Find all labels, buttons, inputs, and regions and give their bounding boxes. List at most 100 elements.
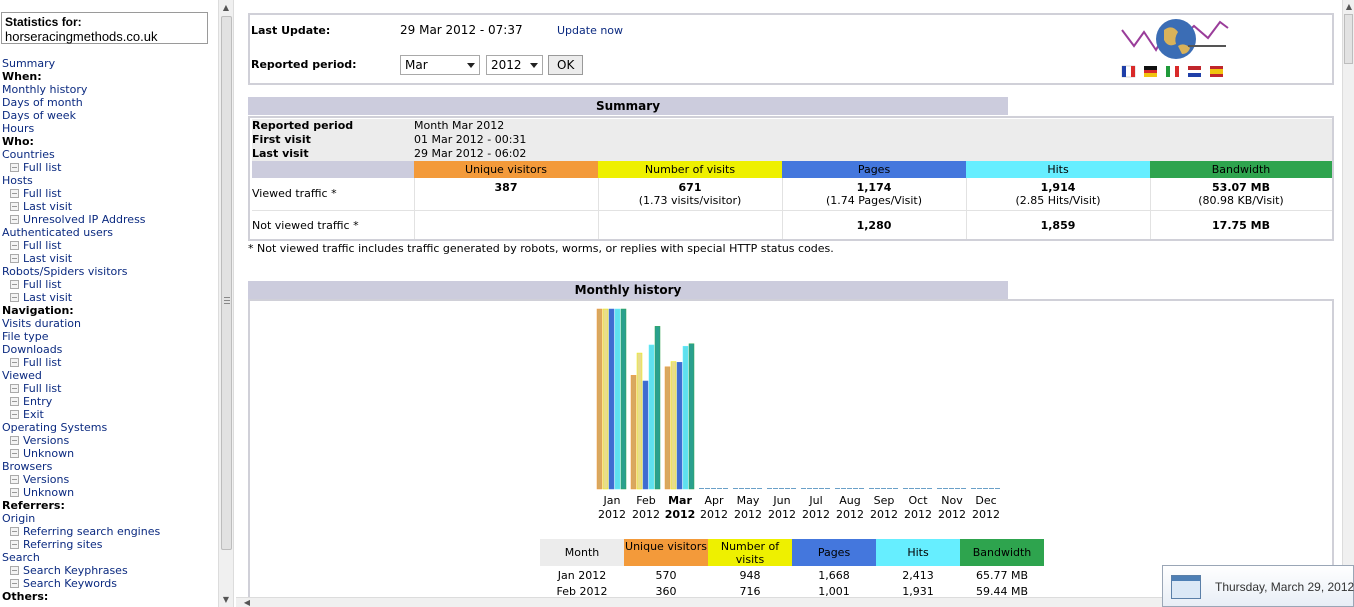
- flag-de-icon[interactable]: [1144, 66, 1157, 77]
- sidebar-item-label[interactable]: Full list: [23, 382, 61, 395]
- sidebar-item-entry[interactable]: Entry: [2, 395, 216, 408]
- awstats-logo: [1121, 19, 1229, 78]
- sidebar-item-full-list[interactable]: Full list: [2, 356, 216, 369]
- sidebar-item-unknown[interactable]: Unknown: [2, 486, 216, 499]
- sidebar-item-search-keywords[interactable]: Search Keywords: [2, 577, 216, 590]
- flag-es-icon[interactable]: [1210, 66, 1223, 77]
- sidebar-section-when: When:: [2, 70, 216, 83]
- sidebar-item-origin[interactable]: Origin: [2, 512, 216, 525]
- sidebar-item-label[interactable]: Full list: [23, 239, 61, 252]
- flag-nl-icon[interactable]: [1188, 66, 1201, 77]
- sidebar-item-hours[interactable]: Hours: [2, 122, 216, 135]
- scrollbar-thumb[interactable]: [1344, 14, 1353, 64]
- sidebar-item-label[interactable]: Search Keyphrases: [23, 564, 128, 577]
- sidebar-item-unknown[interactable]: Unknown: [2, 447, 216, 460]
- sidebar-item-last-visit[interactable]: Last visit: [2, 291, 216, 304]
- scrollbar-thumb[interactable]: [221, 16, 232, 550]
- sidebar-item-label[interactable]: Versions: [23, 473, 69, 486]
- sidebar-item-robots-spiders-visitors[interactable]: Robots/Spiders visitors: [2, 265, 216, 278]
- sidebar-item-label[interactable]: Hosts: [2, 174, 33, 187]
- scroll-up-icon[interactable]: ▲: [219, 3, 233, 12]
- th-unique-visitors: Unique visitors: [624, 539, 708, 566]
- sidebar-item-label[interactable]: Referring sites: [23, 538, 103, 551]
- sidebar-item-label[interactable]: Downloads: [2, 343, 62, 356]
- sidebar-item-hosts[interactable]: Hosts: [2, 174, 216, 187]
- chevron-down-icon: [530, 63, 538, 68]
- sidebar-item-referring-search-engines[interactable]: Referring search engines: [2, 525, 216, 538]
- sidebar-item-label[interactable]: Authenticated users: [2, 226, 113, 239]
- update-now-link[interactable]: Update now: [557, 24, 623, 37]
- sidebar-item-authenticated-users[interactable]: Authenticated users: [2, 226, 216, 239]
- sidebar-item-label[interactable]: Last visit: [23, 252, 72, 265]
- sidebar-item-days-of-week[interactable]: Days of week: [2, 109, 216, 122]
- bar-number-of-visits-mar: [670, 361, 677, 490]
- scroll-left-icon[interactable]: ◀: [240, 598, 254, 607]
- sidebar-item-label[interactable]: Monthly history: [2, 83, 87, 96]
- sidebar-item-label[interactable]: Full list: [23, 187, 61, 200]
- scroll-up-icon[interactable]: ▲: [1342, 2, 1354, 11]
- sidebar-item-full-list[interactable]: Full list: [2, 278, 216, 291]
- sidebar-item-label[interactable]: Full list: [23, 161, 61, 174]
- sidebar-item-label[interactable]: Browsers: [2, 460, 52, 473]
- sidebar-item-label[interactable]: Entry: [23, 395, 52, 408]
- sidebar-item-label[interactable]: Referring search engines: [23, 525, 160, 538]
- sidebar-scrollbar[interactable]: ▲ ▼: [218, 0, 234, 607]
- taskbar-clock-popup[interactable]: Thursday, March 29, 2012: [1162, 565, 1354, 607]
- sidebar-item-last-visit[interactable]: Last visit: [2, 252, 216, 265]
- sidebar-item-label[interactable]: Summary: [2, 57, 55, 70]
- ok-button[interactable]: OK: [548, 55, 584, 75]
- bar-hits-oct: [921, 488, 926, 489]
- sidebar-item-viewed[interactable]: Viewed: [2, 369, 216, 382]
- sidebar-item-label[interactable]: Origin: [2, 512, 35, 525]
- sidebar-item-label[interactable]: File type: [2, 330, 48, 343]
- sidebar-item-full-list[interactable]: Full list: [2, 187, 216, 200]
- month-select[interactable]: Mar: [400, 55, 480, 75]
- sidebar-item-downloads[interactable]: Downloads: [2, 343, 216, 356]
- sidebar-item-label[interactable]: Exit: [23, 408, 44, 421]
- sidebar-item-label[interactable]: Last visit: [23, 200, 72, 213]
- sidebar-item-label[interactable]: Operating Systems: [2, 421, 107, 434]
- sidebar-item-label[interactable]: Search Keywords: [23, 577, 117, 590]
- x-tick-year: 2012: [598, 508, 626, 521]
- flag-it-icon[interactable]: [1166, 66, 1179, 77]
- sidebar-item-countries[interactable]: Countries: [2, 148, 216, 161]
- bar-pages-feb: [642, 380, 649, 490]
- sidebar-item-label[interactable]: Full list: [23, 278, 61, 291]
- sidebar-item-search-keyphrases[interactable]: Search Keyphrases: [2, 564, 216, 577]
- sidebar-item-unresolved-ip-address[interactable]: Unresolved IP Address: [2, 213, 216, 226]
- sidebar-item-days-of-month[interactable]: Days of month: [2, 96, 216, 109]
- page-scrollbar[interactable]: ▲: [1342, 0, 1354, 607]
- sidebar-item-full-list[interactable]: Full list: [2, 382, 216, 395]
- sidebar-item-last-visit[interactable]: Last visit: [2, 200, 216, 213]
- sidebar-item-full-list[interactable]: Full list: [2, 239, 216, 252]
- sidebar-item-full-list[interactable]: Full list: [2, 161, 216, 174]
- sidebar-item-label[interactable]: Search: [2, 551, 40, 564]
- sidebar-item-operating-systems[interactable]: Operating Systems: [2, 421, 216, 434]
- sidebar-item-exit[interactable]: Exit: [2, 408, 216, 421]
- header-spacer: [252, 161, 414, 178]
- sidebar-item-summary[interactable]: Summary: [2, 57, 216, 70]
- sidebar-item-referring-sites[interactable]: Referring sites: [2, 538, 216, 551]
- year-select[interactable]: 2012: [486, 55, 543, 75]
- scroll-down-icon[interactable]: ▼: [219, 595, 233, 604]
- sidebar-item-label[interactable]: Days of month: [2, 96, 83, 109]
- sidebar-item-monthly-history[interactable]: Monthly history: [2, 83, 216, 96]
- sidebar-item-visits-duration[interactable]: Visits duration: [2, 317, 216, 330]
- sidebar-item-label[interactable]: Days of week: [2, 109, 76, 122]
- sidebar-item-browsers[interactable]: Browsers: [2, 460, 216, 473]
- sidebar-item-versions[interactable]: Versions: [2, 434, 216, 447]
- sidebar-item-search[interactable]: Search: [2, 551, 216, 564]
- sidebar-item-label[interactable]: Last visit: [23, 291, 72, 304]
- sidebar-item-label[interactable]: Unknown: [23, 447, 74, 460]
- sidebar-item-label[interactable]: Unresolved IP Address: [23, 213, 146, 226]
- sidebar-item-file-type[interactable]: File type: [2, 330, 216, 343]
- sidebar-item-label[interactable]: Hours: [2, 122, 34, 135]
- sidebar-item-label[interactable]: Countries: [2, 148, 55, 161]
- sidebar-item-label[interactable]: Versions: [23, 434, 69, 447]
- sidebar-item-versions[interactable]: Versions: [2, 473, 216, 486]
- sidebar-item-label[interactable]: Robots/Spiders visitors: [2, 265, 128, 278]
- sidebar-item-label[interactable]: Visits duration: [2, 317, 81, 330]
- sidebar-item-label[interactable]: Unknown: [23, 486, 74, 499]
- sidebar-item-label[interactable]: Full list: [23, 356, 61, 369]
- sidebar-item-label[interactable]: Viewed: [2, 369, 42, 382]
